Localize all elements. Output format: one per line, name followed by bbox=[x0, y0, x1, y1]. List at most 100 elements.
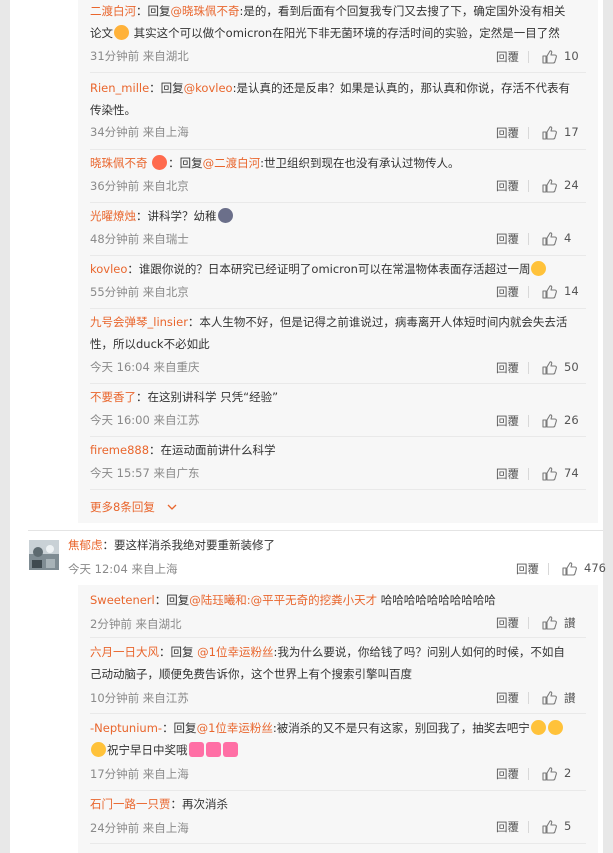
reply-body: 性，所以duck不必如此 bbox=[90, 337, 210, 351]
heart-emoji-icon bbox=[205, 742, 221, 757]
mention-link[interactable]: @1位幸运粉丝 bbox=[197, 721, 273, 735]
reply-button[interactable]: 回覆 bbox=[496, 819, 519, 835]
action-separator bbox=[528, 362, 529, 374]
mention-link[interactable]: @陆珏曦和:@平平无奇的挖粪小天才 bbox=[189, 593, 377, 607]
divider bbox=[90, 72, 586, 73]
reply-button[interactable]: 回覆 bbox=[496, 466, 519, 482]
reply-meta: 2分钟前 来自湖北 bbox=[90, 617, 182, 631]
action-separator bbox=[528, 51, 529, 63]
reply-prefix: ：回复 bbox=[149, 81, 184, 95]
reply-text: 晓珠佩不奇 ：回复@二渡白河:世卫组织到现在也没有承认过物传人。 bbox=[90, 152, 586, 174]
like-count: 476 bbox=[584, 561, 606, 575]
action-separator bbox=[528, 286, 529, 298]
reply-button[interactable]: 回覆 bbox=[496, 231, 519, 247]
like-count: 讃 bbox=[564, 691, 576, 705]
reply-button[interactable]: 回覆 bbox=[496, 615, 519, 631]
comment-username[interactable]: 焦郁虑 bbox=[68, 538, 103, 552]
reply-username[interactable]: Sweetenerl bbox=[90, 593, 155, 607]
reply-username[interactable]: 晓珠佩不奇 bbox=[90, 156, 148, 170]
action-separator bbox=[528, 617, 529, 629]
comments-panel: 二渡白河：回复@晓珠佩不奇:是的，看到后面有个回复我专门又去搜了下，确定国外没有… bbox=[10, 0, 606, 853]
thumbs-up-icon[interactable] bbox=[542, 691, 557, 705]
mention-link[interactable]: @二渡白河 bbox=[203, 156, 261, 170]
sweat-emoji-icon bbox=[531, 261, 547, 276]
reply-username[interactable]: Rien_mille bbox=[90, 81, 149, 95]
thumbs-up-icon[interactable] bbox=[542, 50, 557, 64]
reply-username[interactable]: 九号会弹琴_linsier bbox=[90, 315, 188, 329]
page: 二渡白河：回复@晓珠佩不奇:是的，看到后面有个回复我专门又去搜了下，确定国外没有… bbox=[0, 0, 613, 853]
heart-emoji-icon bbox=[188, 742, 204, 757]
mention-link[interactable]: @晓珠佩不奇 bbox=[171, 4, 240, 18]
reply-username[interactable]: 石门一路一只贾 bbox=[90, 797, 171, 811]
reply-username[interactable]: 不要香了 bbox=[90, 390, 136, 404]
reply-button[interactable]: 回覆 bbox=[516, 561, 539, 577]
thumbs-up-icon[interactable] bbox=[542, 126, 557, 140]
thumbs-up-icon[interactable] bbox=[542, 285, 557, 299]
reply-button[interactable]: 回覆 bbox=[496, 178, 519, 194]
action-separator bbox=[528, 233, 529, 245]
divider bbox=[90, 149, 586, 150]
reply-body: 其实这个可以做个omicron在阳光下非无菌环境的存活时间的实验，定然是一目了然 bbox=[130, 26, 560, 40]
thumbs-up-icon[interactable] bbox=[542, 179, 557, 193]
divider bbox=[90, 308, 586, 309]
reply-body: :被消杀的又不是只有这家，别回我了，抽奖去吧宁 bbox=[272, 721, 530, 735]
reply-username[interactable]: fireme888 bbox=[90, 443, 149, 457]
left-gutter bbox=[0, 0, 10, 853]
action-separator bbox=[528, 768, 529, 780]
reply-meta: 今天 16:04 来自重庆 bbox=[90, 360, 200, 374]
crown-emoji-icon bbox=[152, 155, 168, 170]
laugh-emoji-icon bbox=[547, 720, 563, 735]
thumbs-up-icon[interactable] bbox=[542, 232, 557, 246]
divider bbox=[90, 489, 586, 490]
reply-username[interactable]: 六月一日大风 bbox=[90, 645, 159, 659]
thumbs-up-icon[interactable] bbox=[542, 414, 557, 428]
reply-text: 九号会弹琴_linsier：本人生物不好，但是记得之前谁说过，病毒离开人体短时间… bbox=[90, 311, 586, 355]
right-gutter bbox=[603, 0, 613, 853]
reply-prefix: ：回复 bbox=[168, 156, 203, 170]
reply-text: Sweetenerl：回复@陆珏曦和:@平平无奇的挖粪小天才 哈哈哈哈哈哈哈哈哈… bbox=[90, 589, 586, 611]
reply-username[interactable]: 二渡白河 bbox=[90, 4, 136, 18]
more-replies-link[interactable]: 更多8条回复 bbox=[90, 499, 177, 515]
avatar-image bbox=[29, 540, 59, 570]
reply-button[interactable]: 回覆 bbox=[496, 766, 519, 782]
thumbs-up-icon[interactable] bbox=[562, 562, 577, 576]
divider bbox=[90, 790, 586, 791]
thumbs-up-icon[interactable] bbox=[542, 467, 557, 481]
like-count: 2 bbox=[564, 766, 572, 780]
reply-body: ：本人生物不好，但是记得之前谁说过，病毒离开人体短时间内就会失去活 bbox=[187, 315, 568, 329]
reply-text: 石门一路一只贾：再次消杀 bbox=[90, 793, 586, 815]
reply-text: 不要香了：在这别讲科学 只凭“经验” bbox=[90, 386, 586, 408]
reply-button[interactable]: 回覆 bbox=[496, 125, 519, 141]
reply-prefix: ：回复 bbox=[136, 4, 171, 18]
like-count: 26 bbox=[564, 413, 579, 427]
thumbs-up-icon[interactable] bbox=[542, 616, 557, 630]
divider bbox=[90, 436, 586, 437]
reply-body: ：在运动面前讲什么科学 bbox=[149, 443, 276, 457]
main-comment-text: 焦郁虑：要这样消杀我绝对要重新装修了 bbox=[68, 534, 588, 556]
reply-button[interactable]: 回覆 bbox=[496, 360, 519, 376]
reply-meta: 36分钟前 来自北京 bbox=[90, 179, 189, 193]
like-count: 17 bbox=[564, 125, 579, 139]
reply-username[interactable]: kovleo bbox=[90, 262, 127, 276]
reply-button[interactable]: 回覆 bbox=[496, 690, 519, 706]
reply-meta: 今天 15:57 来自广东 bbox=[90, 466, 200, 480]
reply-meta: 34分钟前 来自上海 bbox=[90, 125, 189, 139]
action-separator bbox=[528, 468, 529, 480]
reply-meta: 55分钟前 来自北京 bbox=[90, 285, 189, 299]
reply-button[interactable]: 回覆 bbox=[496, 413, 519, 429]
reply-button[interactable]: 回覆 bbox=[496, 284, 519, 300]
like-count: 50 bbox=[564, 360, 579, 374]
avatar[interactable] bbox=[29, 540, 59, 570]
thumbs-up-icon[interactable] bbox=[542, 361, 557, 375]
reply-item: 光曜燎烛：讲科学？幼稚 48分钟前 来自瑞士 bbox=[90, 203, 586, 255]
reply-username[interactable]: 光曜燎烛 bbox=[90, 209, 136, 223]
mention-link[interactable]: @kovleo bbox=[184, 81, 233, 95]
reply-meta: 24分钟前 来自上海 bbox=[90, 821, 189, 835]
mention-link[interactable]: @1位幸运粉丝 bbox=[197, 645, 273, 659]
reply-button[interactable]: 回覆 bbox=[496, 49, 519, 65]
thumbs-up-icon[interactable] bbox=[542, 767, 557, 781]
reply-body: 祝宁早日中奖哦 bbox=[107, 743, 188, 757]
sweat-emoji-icon bbox=[114, 25, 129, 40]
thumbs-up-icon[interactable] bbox=[542, 820, 557, 834]
reply-username[interactable]: -Neptunium- bbox=[90, 721, 162, 735]
